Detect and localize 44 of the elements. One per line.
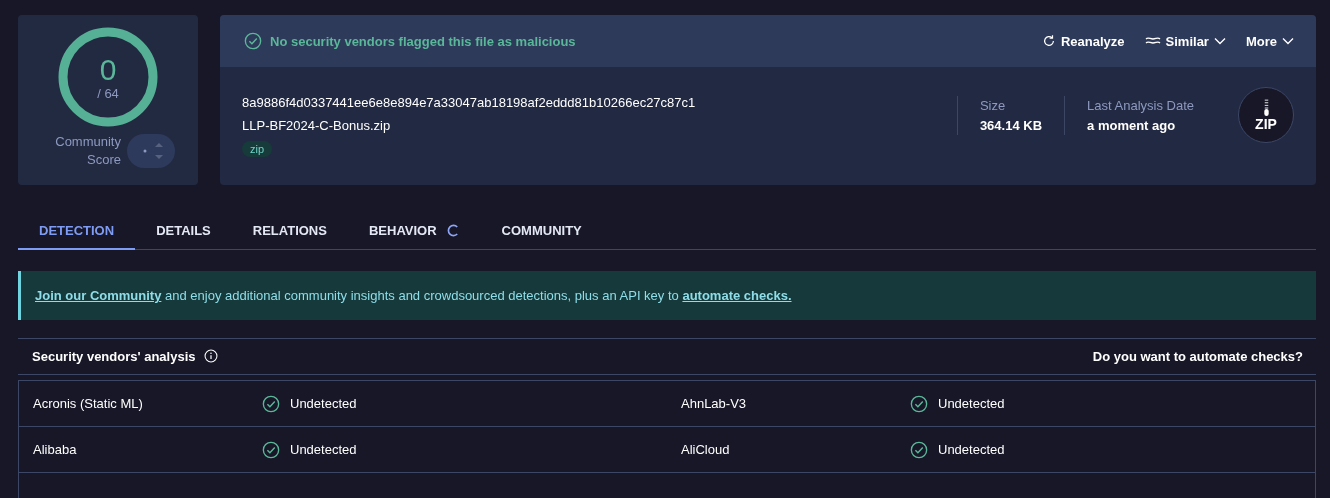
banner-message: Join our Community and enjoy additional community insights and crowdsourced detections, plus an API key to automate checks.: [35, 288, 792, 303]
stat-label: Last Analysis Date: [1087, 97, 1194, 113]
refresh-icon: [1042, 34, 1056, 48]
tab[interactable]: DETAILS: [135, 213, 232, 250]
check-circle-icon: [244, 32, 262, 50]
menu-button[interactable]: More: [1245, 33, 1294, 49]
info-icon[interactable]: [203, 349, 218, 363]
detection-result: Undetected: [938, 442, 1005, 457]
file-tag[interactable]: zip: [242, 141, 273, 157]
automate-checks-link[interactable]: Do you want to automate checks?: [1092, 349, 1303, 364]
check-circle-icon: [262, 440, 280, 459]
community-score-label: Community Score: [54, 133, 121, 169]
stat-label: Size: [979, 97, 1007, 113]
tab[interactable]: DETECTION: [18, 213, 136, 250]
tab[interactable]: BEHAVIOR: [347, 213, 481, 250]
tab[interactable]: RELATIONS: [231, 213, 348, 250]
file-hash: 8a9886f4d0337441ee6e8e894e7a33047ab18198af2eddd81b10266ec27c87c1: [242, 95, 697, 110]
detection-result: Undetected: [290, 396, 357, 411]
spinner-icon: [446, 224, 460, 237]
vendor-name: AhnLab-V3: [681, 396, 748, 411]
vendor-name: Alibaba: [33, 442, 78, 457]
menu-button[interactable]: Similar: [1144, 33, 1226, 49]
tab[interactable]: COMMUNITY: [480, 213, 603, 250]
check-circle-icon: [910, 440, 928, 459]
detection-result: Undetected: [290, 442, 357, 457]
chevron-down-icon: [1282, 37, 1294, 45]
reanalyze-button[interactable]: Reanalyze: [1042, 33, 1125, 49]
detection-count: 0: [99, 53, 117, 86]
join-community-link[interactable]: Join our Community: [35, 288, 162, 303]
file-name: LLP-BF2024-C-Bonus.zip: [242, 118, 392, 133]
check-circle-icon: [910, 394, 928, 413]
stat-value: 364.14 KB: [979, 117, 1043, 133]
chevron-down-icon: [1213, 37, 1226, 45]
check-circle-icon: [262, 394, 280, 413]
detection-result: Undetected: [938, 396, 1005, 411]
file-type-badge: ZIP: [1238, 87, 1294, 143]
automate-checks-link[interactable]: automate checks.: [682, 288, 792, 303]
vendor-total: / 64: [97, 85, 119, 101]
vendor-name: Acronis (Static ML): [33, 396, 144, 411]
vendor-name: AliCloud: [681, 442, 731, 457]
section-title: Security vendors' analysis: [32, 349, 196, 364]
waves-icon: [1144, 36, 1161, 46]
stat-value: a moment ago: [1087, 117, 1177, 133]
verdict-message: No security vendors flagged this file as malicious: [270, 33, 576, 49]
